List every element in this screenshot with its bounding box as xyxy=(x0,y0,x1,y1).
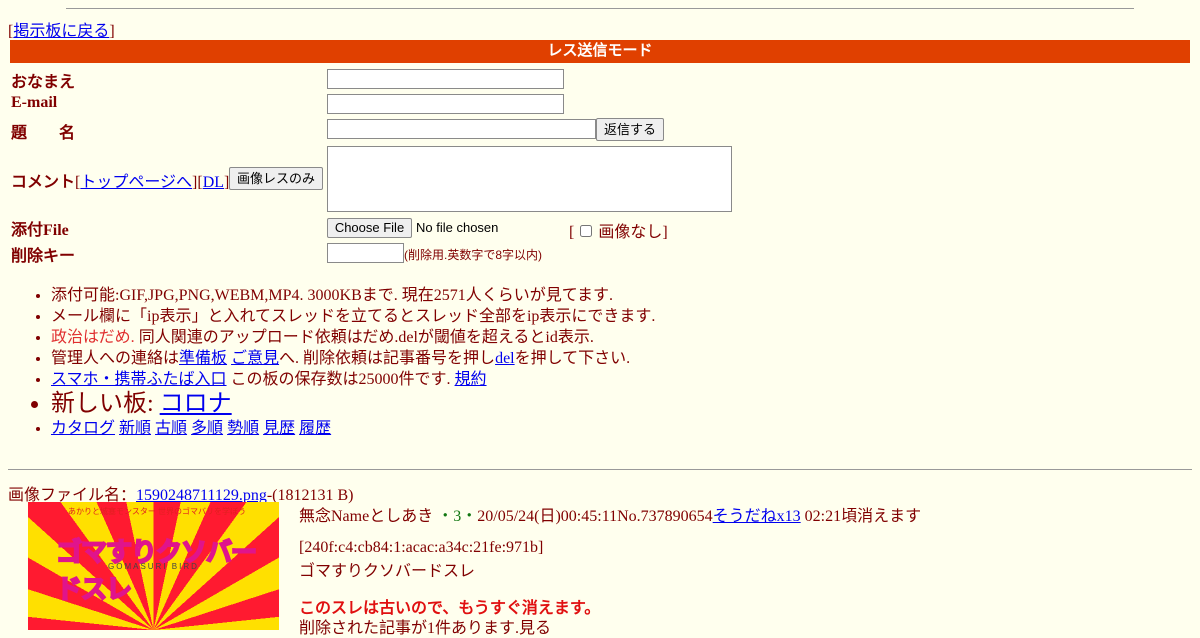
viewed-history-link[interactable]: 見歴 xyxy=(263,420,295,437)
note-item: カタログ 新順 古順 多順 勢順 見歴 履歴 xyxy=(51,418,655,439)
catalog-link[interactable]: カタログ xyxy=(51,420,115,437)
dl-link[interactable]: DL xyxy=(203,174,224,191)
subject-label: 題 名 xyxy=(11,125,76,142)
poster-name: 無念Nameとしあき xyxy=(299,508,434,525)
deleted-posts-notice[interactable]: 削除された記事が1件あります.見る xyxy=(299,614,551,638)
comment-textarea[interactable] xyxy=(327,146,732,212)
feedback-link[interactable]: ご意見 xyxy=(231,350,279,367)
back-nav: [掲示板に戻る] xyxy=(8,23,115,40)
corona-board-link[interactable]: コロナ xyxy=(160,391,232,417)
top-page-link[interactable]: トップページへ xyxy=(80,174,192,191)
note-item: 政治はだめ. 同人関連のアップロード依頼はだめ.delが閾値を超えるとid表示. xyxy=(51,327,655,348)
note-item: 添付可能:GIF,JPG,PNG,WEBM,MP4. 3000KBまで. 現在2… xyxy=(51,285,655,306)
sort-most-link[interactable]: 多順 xyxy=(191,420,223,437)
section-divider xyxy=(8,469,1192,470)
no-image-option: [ 画像なし] xyxy=(569,224,668,241)
name-input[interactable] xyxy=(327,69,564,89)
post-header: 無念Nameとしあき ・3・20/05/24(日)00:45:11No.7378… xyxy=(299,508,922,525)
delete-key-label: 削除キー xyxy=(11,248,76,265)
poster-ip: [240f:c4:cb84:1:acac:a34c:21fe:971b] xyxy=(299,539,544,556)
name-label: おなまえ xyxy=(11,74,76,91)
prep-board-link[interactable]: 準備板 xyxy=(179,350,227,367)
post-datetime-number: 20/05/24(日)00:45:11No.737890654 xyxy=(477,508,713,525)
note-item: 新しい板: コロナ xyxy=(51,390,655,418)
sort-momentum-link[interactable]: 勢順 xyxy=(227,420,259,437)
subject-input[interactable] xyxy=(327,119,596,139)
post-history-link[interactable]: 履歴 xyxy=(299,420,331,437)
sort-oldest-link[interactable]: 古順 xyxy=(155,420,187,437)
mobile-entrance-link[interactable]: スマホ・携帯ふたば入口 xyxy=(51,371,227,388)
expire-time: 02:21頃消えます xyxy=(800,508,922,525)
del-link[interactable]: del xyxy=(495,350,515,367)
back-to-board-link[interactable]: 掲示板に戻る xyxy=(13,23,109,40)
thread-thumbnail[interactable]: あかりと城塞モンスター 世界のゴマバリを学ぼう ゴマすりクソバードスレ GOMA… xyxy=(28,502,279,630)
post-body: ゴマすりクソバードスレ xyxy=(299,563,476,580)
delete-key-hint: (削除用.英数字で8字以内) xyxy=(404,248,543,262)
comment-label-row: コメント[トップページへ][DL] xyxy=(11,174,230,191)
email-label: E-mail xyxy=(11,94,58,111)
sort-newest-link[interactable]: 新順 xyxy=(119,420,151,437)
note-item: スマホ・携帯ふたば入口 この板の保存数は25000件です. 規約 xyxy=(51,369,655,390)
attach-file-label: 添付File xyxy=(11,222,69,239)
board-notes: 添付可能:GIF,JPG,PNG,WEBM,MP4. 3000KBまで. 現在2… xyxy=(11,285,655,439)
image-only-reply-button[interactable]: 画像レスのみ xyxy=(229,167,323,190)
delete-key-input[interactable] xyxy=(327,243,404,263)
reply-mode-bar: レス送信モード xyxy=(10,40,1190,63)
top-divider xyxy=(66,8,1134,9)
email-input[interactable] xyxy=(327,94,564,114)
sodane-link[interactable]: そうだねx13 xyxy=(713,508,801,525)
note-item: メール欄に「ip表示」と入れてスレッドを立てるとスレッド全部をip表示にできます… xyxy=(51,306,655,327)
note-item: 管理人への連絡は準備板 ご意見へ. 削除依頼は記事番号を押しdelを押して下さい… xyxy=(51,348,655,369)
choose-file-button[interactable]: Choose File xyxy=(327,218,412,238)
submit-reply-button[interactable]: 返信する xyxy=(596,118,664,141)
rules-link[interactable]: 規約 xyxy=(455,371,487,388)
file-status: No file chosen xyxy=(416,220,499,235)
no-image-checkbox[interactable] xyxy=(580,225,593,237)
